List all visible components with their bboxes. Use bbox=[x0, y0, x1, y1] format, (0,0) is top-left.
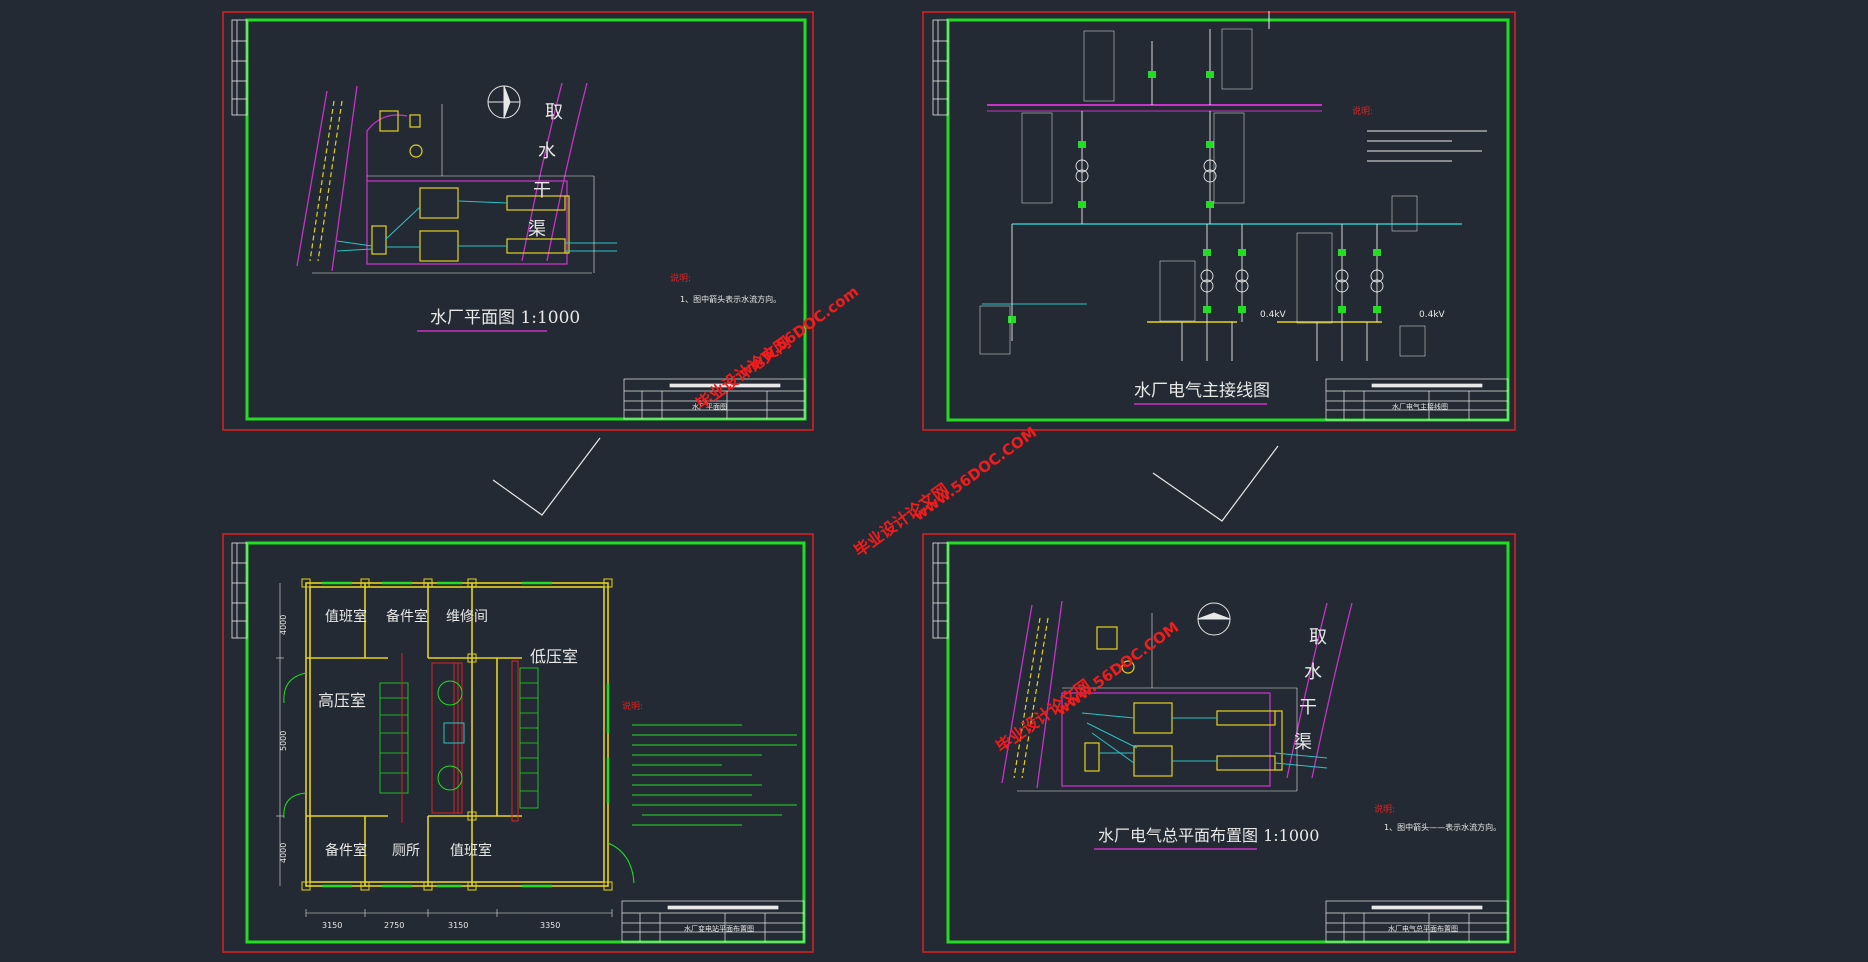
dimension-text: 3350 bbox=[540, 921, 560, 930]
inner-frame bbox=[946, 18, 1510, 422]
check-mark-icon bbox=[492, 437, 601, 516]
title-block bbox=[1325, 378, 1509, 421]
sheet-border bbox=[922, 11, 1516, 431]
title-block bbox=[1325, 900, 1509, 943]
binding-strip bbox=[231, 19, 248, 116]
room-label: 值班室 bbox=[325, 608, 367, 625]
canal-char: 取 bbox=[545, 102, 563, 123]
watermark: www.56DOC.COM bbox=[910, 423, 1040, 524]
inner-frame bbox=[245, 18, 807, 421]
canal-char: 渠 bbox=[1294, 732, 1312, 753]
room-label: 厕所 bbox=[392, 843, 420, 859]
dimension-text: 3150 bbox=[448, 921, 468, 930]
north-arrow-icon bbox=[1197, 602, 1231, 636]
transformer-bays bbox=[401, 653, 519, 823]
canal-char: 水 bbox=[1304, 662, 1322, 683]
building-walls bbox=[305, 582, 609, 887]
hv-switchgear bbox=[379, 682, 409, 794]
drawing-title: 水厂电气主接线图 bbox=[1134, 381, 1270, 401]
lv-switchgear bbox=[519, 667, 539, 809]
title-block bbox=[621, 900, 805, 943]
room-label: 值班室 bbox=[450, 842, 492, 859]
canal-char: 干 bbox=[533, 180, 551, 201]
title-block-name: 水厂电气总平面布置图 bbox=[1388, 924, 1458, 933]
watermark-url: www.56DOC.COM bbox=[910, 423, 1041, 525]
check-mark-icon bbox=[1152, 445, 1279, 522]
sheet-border bbox=[222, 11, 814, 431]
notes-heading: 说明: bbox=[670, 272, 691, 284]
voltage-label: 0.4kV bbox=[1260, 310, 1287, 320]
binding-strip bbox=[932, 19, 949, 116]
sheet-substation-plan: 值班室 备件室 维修间 低压室 高压室 备件室 厕所 值班室 3150 2750… bbox=[222, 533, 814, 953]
breaker-icon bbox=[1008, 71, 1381, 323]
dimension-text: 4000 bbox=[279, 615, 288, 635]
transformer-icon bbox=[1075, 159, 1384, 293]
drawing-title: 水厂电气总平面布置图 1:1000 bbox=[1098, 826, 1319, 845]
notes-heading: 说明: bbox=[1374, 803, 1395, 815]
feeder-lines bbox=[1011, 29, 1378, 361]
note-line: 1、图中箭头——表示水流方向。 bbox=[1384, 822, 1501, 832]
canal-char: 干 bbox=[1299, 697, 1317, 718]
notes-lines bbox=[1367, 130, 1487, 162]
room-label: 低压室 bbox=[530, 647, 578, 666]
room-label: 高压室 bbox=[318, 691, 366, 710]
room-label: 备件室 bbox=[325, 842, 367, 859]
dimension-text: 2750 bbox=[384, 921, 404, 930]
drawing-title: 水厂平面图 1:1000 bbox=[430, 308, 580, 328]
dimension-text: 3150 bbox=[322, 921, 342, 930]
room-label: 维修间 bbox=[446, 609, 488, 625]
dimension-text: 4000 bbox=[279, 843, 288, 863]
title-block-name: 水厂电气主接线图 bbox=[1392, 402, 1448, 411]
binding-strip bbox=[231, 542, 248, 639]
title-block-name: 水厂变电站平面布置图 bbox=[684, 924, 754, 933]
note-line: 1、图中箭头表示水流方向。 bbox=[680, 294, 781, 304]
equipment-tables bbox=[979, 28, 1426, 357]
binding-strip bbox=[932, 542, 949, 639]
inner-frame bbox=[946, 541, 1510, 944]
dimension-text: 5000 bbox=[279, 731, 288, 751]
dimension-lines bbox=[276, 583, 613, 917]
canal-char: 渠 bbox=[528, 219, 546, 240]
notes-heading: 说明: bbox=[1352, 105, 1373, 117]
canal-char: 取 bbox=[1309, 627, 1327, 648]
room-label: 备件室 bbox=[386, 608, 428, 625]
notes-lines bbox=[632, 724, 797, 826]
voltage-label: 0.4kV bbox=[1419, 310, 1446, 320]
north-arrow-icon bbox=[487, 85, 521, 119]
canal-char: 水 bbox=[538, 141, 556, 162]
notes-heading: 说明: bbox=[622, 700, 643, 712]
sheet-main-wiring: 水厂电气主接线图 说明: 0.4kV 0.4kV 水厂电气主接线图 bbox=[922, 11, 1516, 431]
